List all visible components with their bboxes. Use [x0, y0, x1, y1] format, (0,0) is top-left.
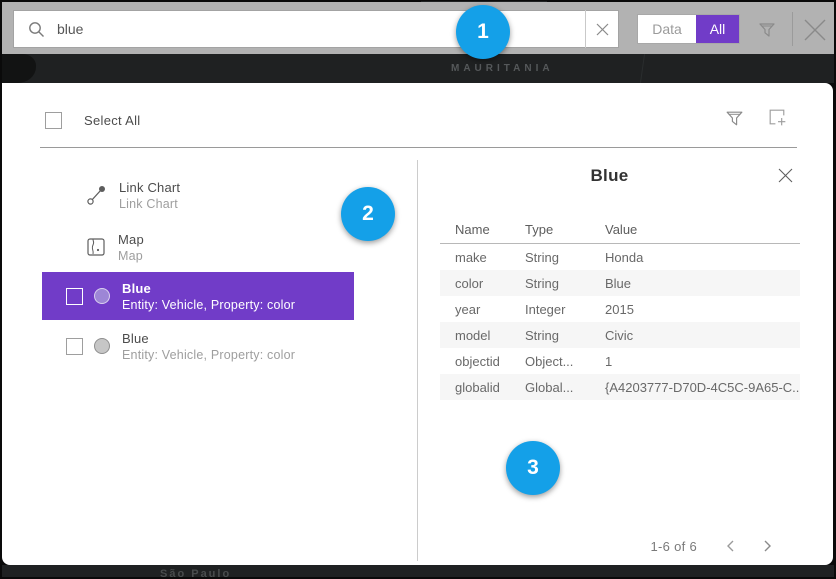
cell-name: year	[440, 302, 525, 317]
result-item-blue-selected[interactable]: Blue Entity: Vehicle, Property: color	[42, 272, 354, 320]
result-checkbox[interactable]	[66, 338, 83, 355]
search-results-panel: Select All Link Chart Link Chart	[2, 83, 833, 565]
cell-value: Honda	[605, 250, 800, 265]
add-to-selection-button[interactable]	[766, 106, 789, 129]
callout-badge-1: 1	[456, 5, 510, 59]
prev-icon	[725, 539, 737, 553]
cell-name: globalid	[440, 380, 525, 395]
cell-name: make	[440, 250, 525, 265]
close-icon	[802, 17, 828, 43]
cell-name: model	[440, 328, 525, 343]
properties-table: Name Type Value make String Honda color …	[440, 218, 800, 400]
callout-badge-2: 2	[341, 187, 395, 241]
filter-icon	[724, 108, 745, 129]
result-text: Blue Entity: Vehicle, Property: color	[122, 281, 295, 312]
header-divider	[40, 147, 797, 148]
filter-icon	[757, 20, 777, 40]
cell-type: Object...	[525, 354, 605, 369]
cell-value: Blue	[605, 276, 800, 291]
cell-name: color	[440, 276, 525, 291]
results-filter-button[interactable]	[724, 108, 745, 129]
result-title: Blue	[122, 331, 295, 346]
map-background-bottom: São Paulo	[2, 565, 834, 577]
callout-badge-3: 3	[506, 441, 560, 495]
result-title: Blue	[122, 281, 295, 296]
table-header-row: Name Type Value	[440, 218, 800, 240]
cell-value: Civic	[605, 328, 800, 343]
scope-toggle-all[interactable]: All	[696, 15, 739, 43]
cell-value: 2015	[605, 302, 800, 317]
entity-icon	[94, 338, 110, 354]
cell-type: String	[525, 328, 605, 343]
column-header: Value	[605, 222, 800, 237]
filter-button[interactable]	[754, 18, 780, 42]
map-landmass	[2, 54, 36, 83]
pagination-label: 1-6 of 6	[587, 539, 697, 554]
entity-icon	[94, 288, 110, 304]
result-subtitle: Entity: Vehicle, Property: color	[122, 348, 295, 362]
result-subtitle: Map	[118, 249, 144, 263]
map-boundary-line	[640, 54, 645, 83]
select-all-row: Select All	[45, 112, 140, 129]
search-box	[13, 10, 619, 48]
detail-close-button[interactable]	[777, 167, 797, 187]
panel-divider	[417, 160, 418, 561]
table-row: model String Civic	[440, 322, 800, 348]
cell-value: {A4203777-D70D-4C5C-9A65-C...	[605, 380, 800, 395]
column-header: Type	[525, 222, 605, 237]
cell-type: Integer	[525, 302, 605, 317]
next-page-button[interactable]	[761, 539, 773, 553]
result-text: Blue Entity: Vehicle, Property: color	[122, 331, 295, 362]
map-label-mauritania: MAURITANIA	[451, 63, 554, 74]
result-item-map[interactable]: Map Map	[42, 225, 354, 269]
cell-type: Global...	[525, 380, 605, 395]
map-label-sao-paulo: São Paulo	[160, 568, 231, 577]
search-icon	[28, 21, 45, 38]
clear-search-button[interactable]	[586, 11, 618, 47]
result-subtitle: Link Chart	[119, 197, 180, 211]
cell-type: String	[525, 250, 605, 265]
cell-value: 1	[605, 354, 800, 369]
close-search-button[interactable]	[800, 16, 830, 44]
link-chart-icon	[86, 185, 107, 206]
add-to-selection-icon	[766, 106, 789, 129]
next-icon	[761, 539, 773, 553]
result-checkbox[interactable]	[66, 288, 83, 305]
result-title: Map	[118, 232, 144, 247]
scope-toggle: Data All	[637, 14, 740, 44]
detail-title: Blue	[422, 166, 797, 186]
toolbar-divider	[792, 12, 793, 46]
table-row: objectid Object... 1	[440, 348, 800, 374]
map-background-top: MAURITANIA	[2, 54, 834, 83]
result-item-link-chart[interactable]: Link Chart Link Chart	[42, 172, 354, 218]
result-item-blue[interactable]: Blue Entity: Vehicle, Property: color	[42, 324, 354, 368]
cell-type: String	[525, 276, 605, 291]
result-text: Map Map	[118, 232, 144, 263]
scope-toggle-data[interactable]: Data	[638, 15, 696, 43]
table-row: make String Honda	[440, 244, 800, 270]
table-row: year Integer 2015	[440, 296, 800, 322]
pagination: 1-6 of 6	[587, 535, 807, 557]
cell-name: objectid	[440, 354, 525, 369]
table-row: color String Blue	[440, 270, 800, 296]
search-toolbar: Data All	[2, 2, 834, 54]
prev-page-button[interactable]	[725, 539, 737, 553]
result-text: Link Chart Link Chart	[119, 180, 180, 211]
map-icon	[86, 237, 106, 257]
app-window: MAURITANIA WESTERN São Paulo Data All	[0, 0, 836, 579]
result-title: Link Chart	[119, 180, 180, 195]
column-header: Name	[440, 222, 525, 237]
close-icon	[777, 167, 794, 184]
table-row: globalid Global... {A4203777-D70D-4C5C-9…	[440, 374, 800, 400]
result-subtitle: Entity: Vehicle, Property: color	[122, 298, 295, 312]
select-all-checkbox[interactable]	[45, 112, 62, 129]
select-all-label: Select All	[84, 113, 140, 128]
